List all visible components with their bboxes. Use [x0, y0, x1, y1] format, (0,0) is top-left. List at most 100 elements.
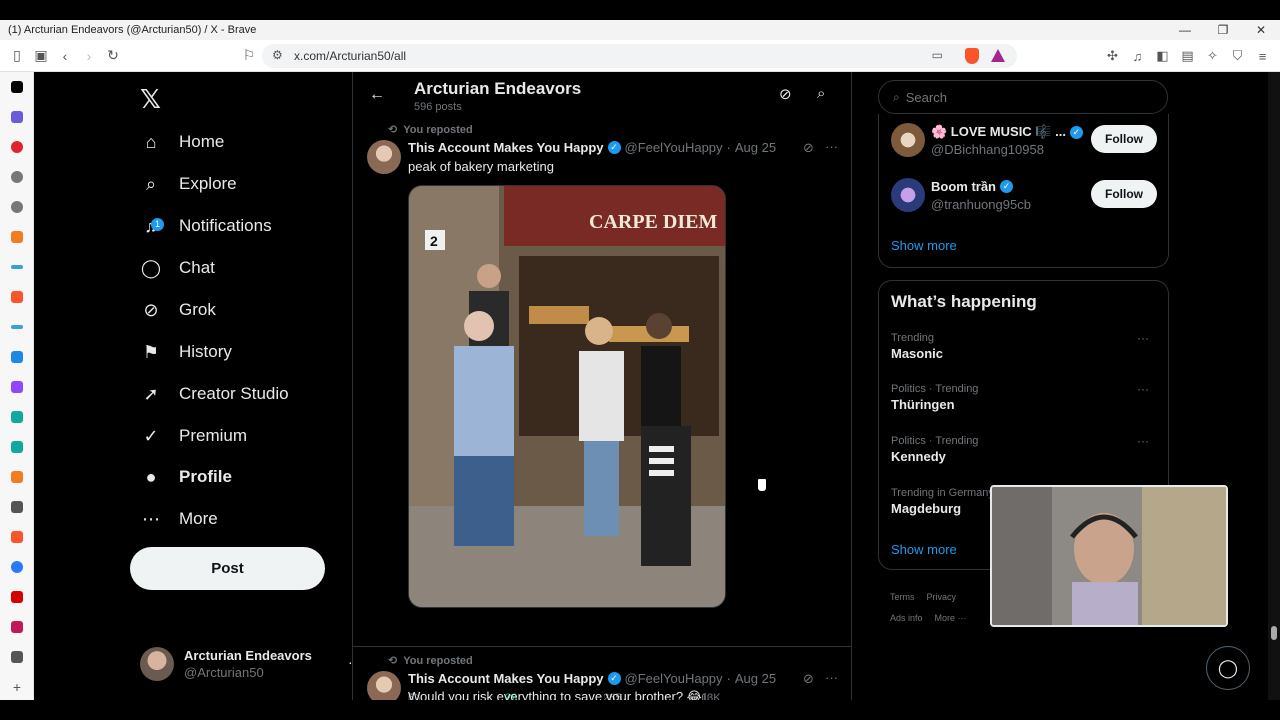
address-bar[interactable]: ⚙ x.com/Arcturian50/all ▭: [262, 44, 1017, 68]
extensions-icon[interactable]: ✣: [1103, 44, 1122, 68]
nav-explore[interactable]: ⌕ Explore: [140, 164, 237, 204]
sidebar-bot-icon[interactable]: [0, 402, 34, 432]
account-switcher[interactable]: Arcturian Endeavors @Arcturian50 ···: [140, 644, 362, 684]
avatar[interactable]: [367, 140, 401, 174]
minimize-icon[interactable]: —: [1166, 20, 1204, 40]
tabs-icon[interactable]: ▣: [29, 44, 53, 68]
author-handle[interactable]: @FeelYouHappy: [625, 671, 723, 686]
suggestion-handle: @tranhuong95cb: [931, 197, 1031, 212]
sidebar-brave-icon[interactable]: [0, 522, 34, 552]
vpn-icon[interactable]: ⛉: [1228, 44, 1247, 68]
extension-icons: ✣ ♫ ◧ ▤ ✧ ⛉ ≡: [1103, 44, 1272, 68]
more-icon[interactable]: ···: [1137, 331, 1149, 345]
search-icon[interactable]: ⌕: [817, 85, 825, 102]
tweet-date[interactable]: Aug 25: [735, 140, 776, 155]
sidebar-globe-icon[interactable]: [0, 162, 34, 192]
scrollbar-thumb[interactable]: [1271, 626, 1277, 640]
share-icon[interactable]: ⇧: [824, 698, 833, 700]
nav-chat[interactable]: ◯ Chat: [140, 248, 215, 288]
nav-label: More: [179, 509, 218, 528]
trend-item[interactable]: Politics · Trending Thüringen ···: [891, 382, 1157, 414]
follow-button[interactable]: Follow: [1091, 180, 1157, 208]
avatar[interactable]: [367, 671, 401, 700]
nav-premium[interactable]: ✓ Premium: [140, 416, 247, 456]
sidebar-toggle-icon[interactable]: ▯: [5, 44, 29, 68]
search-input[interactable]: ⌕ Search: [878, 80, 1168, 114]
follow-suggestion[interactable]: 🌸 LOVE MUSIC 🎼 ... ✓ @DBichhang10958 Foll…: [891, 120, 1157, 160]
author-name[interactable]: This Account Makes You Happy: [408, 671, 604, 686]
author-handle[interactable]: @FeelYouHappy: [625, 140, 723, 155]
restore-icon[interactable]: ❐: [1204, 20, 1242, 40]
sidebar-pen-icon[interactable]: [0, 252, 34, 282]
sidebar-pen-icon[interactable]: [0, 312, 34, 342]
sidebar-brave-icon[interactable]: [0, 282, 34, 312]
avatar[interactable]: [891, 178, 925, 212]
show-more-link[interactable]: Show more: [891, 238, 957, 253]
follow-button[interactable]: Follow: [1091, 125, 1157, 153]
more-icon[interactable]: ···: [1137, 382, 1149, 396]
nav-profile[interactable]: ● Profile: [140, 457, 232, 497]
brave-rewards-icon[interactable]: [991, 49, 1005, 62]
nav-creator-studio[interactable]: ➚ Creator Studio: [140, 374, 288, 414]
sidebar-s-icon[interactable]: [0, 612, 34, 642]
leo-ai-icon[interactable]: ✧: [1203, 44, 1222, 68]
back-arrow-icon[interactable]: ←: [369, 86, 385, 104]
grok-icon[interactable]: ⊘: [803, 140, 814, 156]
trend-item[interactable]: Trending Masonic ···: [891, 331, 1157, 363]
sidebar-globe-icon[interactable]: [0, 192, 34, 222]
reload-icon[interactable]: ↻: [101, 44, 125, 68]
grok-icon[interactable]: ⊘: [779, 85, 792, 103]
nav-home[interactable]: ⌂ Home: [140, 122, 225, 162]
nav-history[interactable]: ⚑ History: [140, 332, 232, 372]
sidebar-add-icon[interactable]: +: [0, 672, 34, 702]
nav-more[interactable]: ⋯ More: [140, 499, 218, 539]
sidebar-bot-icon[interactable]: [0, 432, 34, 462]
post-button[interactable]: Post: [130, 547, 325, 590]
forward-nav-icon[interactable]: ›: [77, 44, 101, 68]
bookmark-page-icon[interactable]: ⚐: [237, 44, 261, 68]
more-icon[interactable]: ···: [1137, 434, 1149, 448]
footer-link[interactable]: Terms: [890, 592, 915, 602]
footer-link[interactable]: Ads info: [890, 613, 923, 623]
sidebar-app-icon[interactable]: [0, 342, 34, 372]
brave-shields-icon[interactable]: [965, 48, 979, 64]
footer-link[interactable]: More ···: [935, 613, 967, 623]
x-logo-icon[interactable]: 𝕏: [140, 84, 161, 115]
tweet-date[interactable]: Aug 25: [735, 671, 776, 686]
show-more-link[interactable]: Show more: [891, 542, 957, 557]
avatar[interactable]: [891, 123, 925, 157]
suggestion-name-text: 🌸 LOVE MUSIC 🎼 ...: [931, 124, 1066, 139]
tab-strip[interactable]: (1) Arcturian Endeavors (@Arcturian50) /…: [0, 20, 1280, 40]
footer-link[interactable]: Privacy: [927, 592, 957, 602]
site-info-icon[interactable]: ⚙: [272, 48, 283, 62]
sidebar-shield-icon[interactable]: [0, 492, 34, 522]
tweet-media[interactable]: CARPE DIEM 2: [408, 185, 726, 608]
sidebar-record-icon[interactable]: [0, 132, 34, 162]
sidebar-leaf-icon[interactable]: [0, 582, 34, 612]
sidebar-play-icon[interactable]: [0, 462, 34, 492]
author-name[interactable]: This Account Makes You Happy: [408, 140, 604, 155]
sidebar-twitch-icon[interactable]: [0, 372, 34, 402]
sidebar-mail-icon[interactable]: [0, 102, 34, 132]
more-icon[interactable]: ···: [825, 139, 838, 154]
grok-icon[interactable]: ⊘: [803, 671, 814, 687]
follow-suggestion[interactable]: Boom trần ✓ @tranhuong95cb Follow: [891, 175, 1157, 215]
menu-icon[interactable]: ≡: [1253, 44, 1272, 68]
bookmark-icon[interactable]: ⚐: [798, 698, 808, 700]
wallet-icon[interactable]: ▤: [1178, 44, 1197, 68]
back-nav-icon[interactable]: ‹: [53, 44, 77, 68]
chat-fab-icon[interactable]: ◯: [1206, 646, 1250, 690]
media-icon[interactable]: ♫: [1128, 44, 1147, 68]
sidebar-panel-icon[interactable]: ◧: [1153, 44, 1172, 68]
trend-item[interactable]: Politics · Trending Kennedy ···: [891, 434, 1157, 466]
nav-notifications[interactable]: ♫1 Notifications: [140, 206, 271, 246]
close-icon[interactable]: ✕: [1242, 20, 1280, 40]
nav-grok[interactable]: ⊘ Grok: [140, 290, 215, 330]
sidebar-x-icon[interactable]: [0, 72, 34, 102]
sidebar-play-icon[interactable]: [0, 222, 34, 252]
cast-icon[interactable]: ▭: [932, 48, 943, 62]
sidebar-shield-icon[interactable]: [0, 642, 34, 672]
more-icon[interactable]: ···: [825, 670, 838, 685]
sidebar-app-icon[interactable]: [0, 552, 34, 582]
page-scrollbar[interactable]: [1268, 72, 1280, 700]
